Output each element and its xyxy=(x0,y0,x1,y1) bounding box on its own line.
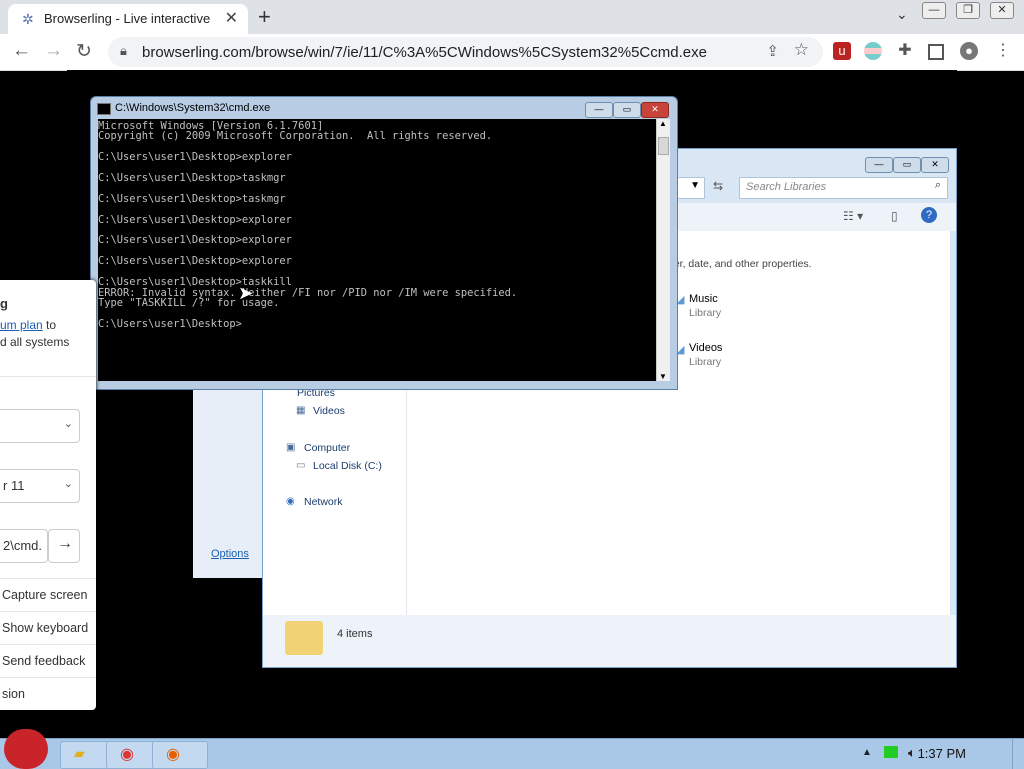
tab-title: Browserling - Live interactive cr xyxy=(44,11,214,26)
taskbar-clock[interactable]: 1:37 PM xyxy=(918,746,966,761)
address-dropdown-icon[interactable]: ▼ xyxy=(690,180,700,191)
chevron-down-icon: ⌄ xyxy=(63,418,73,430)
extension-icon[interactable] xyxy=(864,42,882,60)
cmd-console[interactable]: Microsoft Windows [Version 6.1.7601] Cop… xyxy=(98,119,656,381)
view-options-icon[interactable]: ☷ ▾ xyxy=(843,209,863,223)
forward-icon[interactable]: → xyxy=(44,40,63,62)
share-icon[interactable]: ⇪ xyxy=(766,42,779,60)
library-side-pane: Options xyxy=(193,388,262,578)
volume-icon[interactable]: 🔈︎ xyxy=(908,745,916,761)
arrow-right-icon: → xyxy=(57,535,73,552)
preview-pane-icon[interactable]: ▯ xyxy=(891,209,898,223)
firefox-icon: ◉ xyxy=(166,746,180,763)
panel-heading: g xyxy=(0,296,8,311)
browser-select[interactable]: r 11 ⌄ xyxy=(0,469,80,503)
library-type: Library xyxy=(689,356,722,368)
cmd-scrollbar[interactable]: ▲ ▼ xyxy=(656,119,670,381)
browser-toolbar: ← → ↻ 🔒︎ browserling.com/browse/win/7/ie… xyxy=(0,34,1024,71)
cmd-app-icon xyxy=(97,103,111,115)
disk-icon: ▭ xyxy=(296,460,306,471)
mouse-cursor-icon: ➤ xyxy=(238,283,254,303)
nav-item-local-disk[interactable]: Local Disk (C:) xyxy=(313,460,382,472)
show-desktop-button[interactable] xyxy=(1012,739,1024,769)
cmd-close-button[interactable]: ✕ xyxy=(641,102,669,118)
window-controls: — ❐ ✕ xyxy=(922,0,1014,20)
libraries-folder-icon xyxy=(285,621,323,655)
explorer-close-button[interactable]: ✕ xyxy=(921,157,949,173)
capture-screen-button[interactable]: Capture screen xyxy=(0,578,96,610)
item-count: 4 items xyxy=(337,628,373,640)
chevron-down-icon: ⌄ xyxy=(63,478,73,490)
send-feedback-button[interactable]: Send feedback xyxy=(0,644,96,676)
nav-item-computer[interactable]: Computer xyxy=(304,442,350,454)
premium-plan-link[interactable]: um plan xyxy=(0,318,43,332)
session-button[interactable]: sion xyxy=(0,677,96,709)
nav-item-videos[interactable]: Videos xyxy=(313,405,345,417)
search-libraries-input[interactable]: Search Libraries ⌕ xyxy=(739,177,948,199)
tab-search-icon[interactable]: ⌄ xyxy=(896,6,908,23)
explorer-minimize-button[interactable]: — xyxy=(865,157,893,173)
go-button[interactable]: → xyxy=(48,529,80,563)
library-name[interactable]: Videos xyxy=(689,342,722,354)
chrome-icon: ◉ xyxy=(120,746,134,763)
library-type: Library xyxy=(689,307,722,319)
lock-icon[interactable]: 🔒︎ xyxy=(120,43,127,59)
browserling-side-panel: g um plan to d all systems ⌄ r 11 ⌄ 2\cm… xyxy=(0,280,96,710)
nav-item-network[interactable]: Network xyxy=(304,496,343,508)
browser-tab[interactable]: ✲ Browserling - Live interactive cr ✕ xyxy=(8,4,248,34)
cmd-maximize-button[interactable]: ▭ xyxy=(613,102,641,118)
os-select[interactable]: ⌄ xyxy=(0,409,80,443)
back-icon[interactable]: ← xyxy=(12,40,31,62)
scroll-up-icon[interactable]: ▲ xyxy=(659,119,667,128)
new-tab-button[interactable]: + xyxy=(258,4,271,30)
tab-strip: ✲ Browserling - Live interactive cr ✕ + … xyxy=(0,0,1024,34)
refresh-icon[interactable]: ⇆ xyxy=(713,179,723,193)
browserling-favicon-icon: ✲ xyxy=(22,11,34,27)
options-link[interactable]: Options xyxy=(211,548,249,560)
console-output[interactable]: Microsoft Windows [Version 6.1.7601] Cop… xyxy=(98,119,656,329)
windows-taskbar: ▰ ◉ ◉ ▲ 🔈︎ 1:37 PM xyxy=(0,729,1024,769)
scroll-thumb[interactable] xyxy=(658,137,669,155)
taskbar-firefox-button[interactable]: ◉ xyxy=(152,741,208,769)
folder-icon: ▰ xyxy=(74,745,85,761)
cmd-minimize-button[interactable]: — xyxy=(585,102,613,118)
search-icon: ⌕ xyxy=(934,179,941,191)
show-hidden-icons[interactable]: ▲ xyxy=(862,747,872,758)
restore-button[interactable]: ❐ xyxy=(956,1,980,19)
explorer-details-pane: 4 items xyxy=(263,615,956,667)
cmd-title: C:\Windows\System32\cmd.exe xyxy=(115,102,271,114)
explorer-maximize-button[interactable]: ▭ xyxy=(893,157,921,173)
side-panel-icon[interactable] xyxy=(928,44,944,60)
cmd-window[interactable]: C:\Windows\System32\cmd.exe — ▭ ✕ Micros… xyxy=(90,96,678,390)
library-name[interactable]: Music xyxy=(689,293,718,305)
computer-icon: ▣ xyxy=(286,442,296,453)
address-bar[interactable]: 🔒︎ browserling.com/browse/win/7/ie/11/C%… xyxy=(108,37,823,67)
network-tray-icon[interactable] xyxy=(884,746,898,758)
url-text[interactable]: browserling.com/browse/win/7/ie/11/C%3A%… xyxy=(142,44,707,61)
angry-bird-logo-icon xyxy=(4,729,48,769)
reload-icon[interactable]: ↻ xyxy=(76,40,92,63)
help-icon[interactable]: ? xyxy=(921,207,937,223)
close-window-button[interactable]: ✕ xyxy=(990,1,1014,19)
minimize-button[interactable]: — xyxy=(922,1,946,19)
ublock-extension-icon[interactable]: u xyxy=(833,42,851,60)
plan-text-2: d all systems xyxy=(0,335,70,349)
path-input[interactable]: 2\cmd. xyxy=(0,529,48,563)
scroll-down-icon[interactable]: ▼ xyxy=(659,372,667,381)
profile-avatar-icon[interactable]: ● xyxy=(960,42,978,60)
extensions-puzzle-icon[interactable]: ✚ xyxy=(896,42,914,60)
plan-text: um plan to xyxy=(0,318,57,332)
bookmark-star-icon[interactable]: ☆ xyxy=(794,40,809,60)
videos-nav-icon: ▦ xyxy=(296,405,306,416)
tab-close-icon[interactable]: ✕ xyxy=(225,8,238,28)
menu-kebab-icon[interactable]: ⋮ xyxy=(994,42,1012,60)
network-icon: ◉ xyxy=(286,496,295,507)
library-hint: der, date, and other properties. xyxy=(668,258,812,270)
show-keyboard-button[interactable]: Show keyboard xyxy=(0,611,96,643)
